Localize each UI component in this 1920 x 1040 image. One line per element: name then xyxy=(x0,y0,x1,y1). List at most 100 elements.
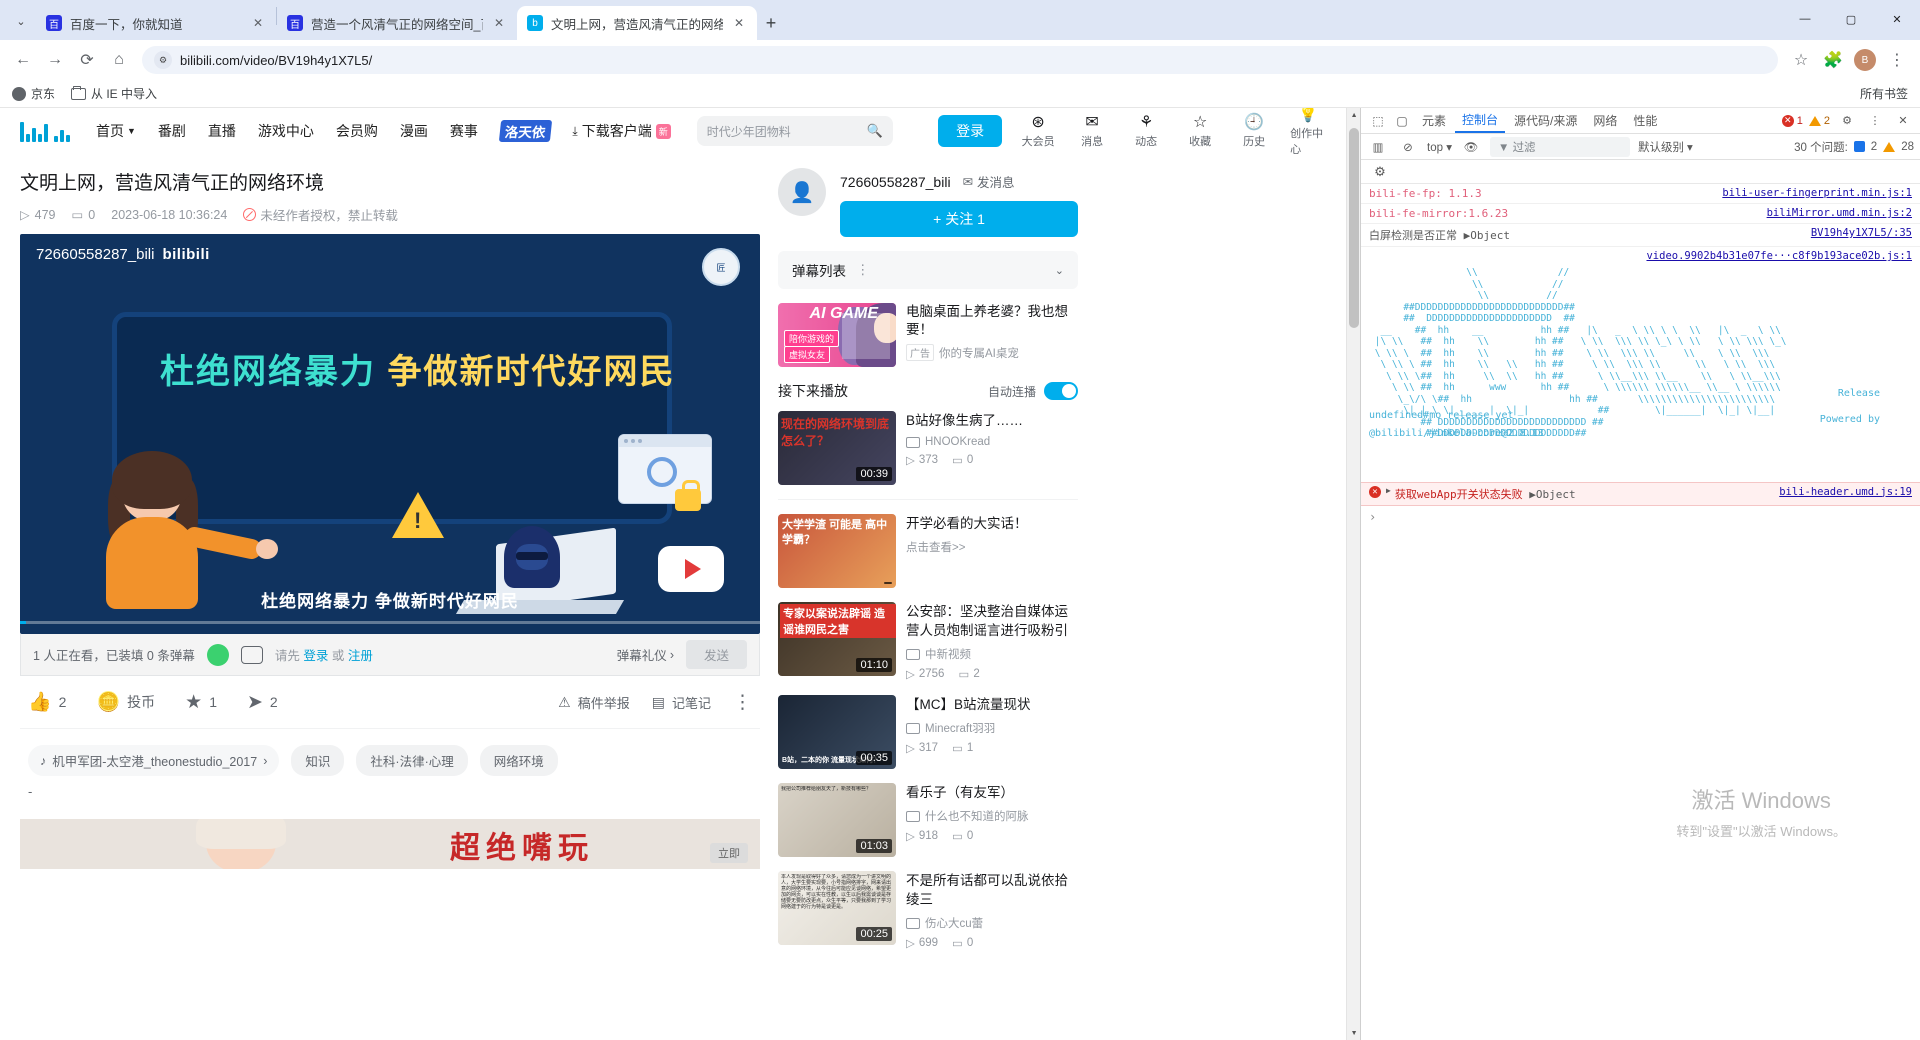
address-bar[interactable]: ⚙ bilibili.com/video/BV19h4y1X7L5/ xyxy=(142,46,1778,74)
console-source-link[interactable]: BV19h4y1X7L5/:35 xyxy=(1811,227,1912,239)
like-button[interactable]: 👍 2 xyxy=(28,690,66,714)
tag-network[interactable]: 网络环境 xyxy=(479,745,558,776)
close-icon[interactable]: ✕ xyxy=(731,15,747,31)
login-button[interactable]: 登录 xyxy=(938,115,1003,147)
maximize-button[interactable]: ▢ xyxy=(1828,0,1874,38)
send-danmaku-button[interactable]: 发送 xyxy=(685,640,747,669)
video-title[interactable]: 看乐子（有友军） xyxy=(906,783,1078,802)
tab-network[interactable]: 网络 xyxy=(1586,108,1624,133)
filter-input[interactable]: ▼ 过滤 xyxy=(1489,136,1630,157)
bottom-ad-banner[interactable]: 超绝嘴玩 立即 xyxy=(20,819,760,869)
error-count[interactable]: ✕ 1 xyxy=(1781,114,1803,127)
log-level-selector[interactable]: 默认级别 ▾ xyxy=(1638,139,1693,155)
follow-button[interactable]: + 关注 1 xyxy=(840,201,1078,237)
tab-search-button[interactable]: ⌄ xyxy=(6,6,36,36)
nav-item-game[interactable]: 游戏中心 xyxy=(258,121,314,141)
avatar[interactable]: 👤 xyxy=(778,168,826,216)
header-icon-history[interactable]: 🕘 历史 xyxy=(1236,114,1272,149)
share-button[interactable]: ➤ 2 xyxy=(247,691,278,714)
autoplay-toggle[interactable] xyxy=(1044,382,1078,400)
video-title[interactable]: 不是所有话都可以乱说依拾绫三 xyxy=(906,871,1078,909)
list-item[interactable]: 专家以案说法辟谣 造谣谁网民之害 01:10 公安部：坚决整治自媒体运营人员炮制… xyxy=(778,602,1078,681)
tag-social[interactable]: 社科·法律·心理 xyxy=(356,745,468,776)
warning-count[interactable]: 2 xyxy=(1808,115,1830,127)
console-source-link[interactable]: video.9902b4b31e07fe···c8f9b193ace02b.js… xyxy=(1646,250,1912,262)
report-button[interactable]: ⚠ 稿件举报 xyxy=(558,693,630,712)
nav-item-bangumi[interactable]: 番剧 xyxy=(158,121,186,141)
banner-button[interactable]: 立即 xyxy=(710,843,748,863)
header-icon-creator[interactable]: 💡 创作中心 xyxy=(1290,108,1326,157)
search-icon[interactable]: 🔍 xyxy=(867,123,883,139)
nav-item-vipmall[interactable]: 会员购 xyxy=(336,121,378,141)
tag-knowledge[interactable]: 知识 xyxy=(291,745,345,776)
reload-icon[interactable]: ⟳ xyxy=(72,45,102,75)
nav-item-match[interactable]: 赛事 xyxy=(450,121,478,141)
sidebar-toggle-icon[interactable]: ▥ xyxy=(1367,137,1389,157)
list-item[interactable]: 现在的网络环境到底怎么了？ 00:39 B站好像生病了…… HNOOKread … xyxy=(778,411,1078,485)
more-options-button[interactable]: ⋮ xyxy=(733,691,752,714)
send-message-button[interactable]: ✉ 发消息 xyxy=(963,172,1015,191)
close-window-button[interactable]: ✕ xyxy=(1874,0,1920,38)
tab-elements[interactable]: 元素 xyxy=(1415,108,1453,133)
console-source-link[interactable]: bili-header.umd.js:19 xyxy=(1779,486,1912,498)
context-selector[interactable]: top ▾ xyxy=(1427,140,1452,154)
more-vertical-icon[interactable]: ⋮ xyxy=(856,262,871,278)
page-scrollbar[interactable]: ▲ ▼ xyxy=(1346,108,1360,1040)
video-player[interactable]: 72660558287_bili bilibili 匠 杜绝网络暴力 争做新时代… xyxy=(20,234,760,634)
console-source-link[interactable]: biliMirror.umd.min.js:2 xyxy=(1767,207,1912,219)
console-source-link[interactable]: bili-user-fingerprint.min.js:1 xyxy=(1722,187,1912,199)
nav-item-download-client[interactable]: ⤓ 下载客户端 新 xyxy=(572,121,671,141)
extensions-icon[interactable]: 🧩 xyxy=(1818,45,1848,75)
more-vertical-icon[interactable]: ⋮ xyxy=(1864,111,1886,131)
favorite-button[interactable]: ★ 1 xyxy=(185,691,217,714)
home-icon[interactable]: ⌂ xyxy=(104,45,134,75)
close-icon[interactable]: ✕ xyxy=(491,15,507,31)
tab-console[interactable]: 控制台 xyxy=(1455,108,1506,133)
nav-item-live[interactable]: 直播 xyxy=(208,121,236,141)
uploader-name[interactable]: 72660558287_bili xyxy=(840,174,951,190)
bookmark-jingdong[interactable]: 京东 xyxy=(12,85,55,102)
sidebar-ad[interactable]: AI GAME 陪你游戏的 虚拟女友 电脑桌面上养老婆？我也想要！ 广告 你的专… xyxy=(778,303,1078,367)
video-title[interactable]: 【MC】B站流量现状 xyxy=(906,695,1078,714)
header-icon-favorites[interactable]: ☆ 收藏 xyxy=(1182,114,1218,149)
browser-menu-icon[interactable]: ⋮ xyxy=(1882,45,1912,75)
list-item[interactable]: 大学学渣 可能是 高中学霸？ 开学必看的大实话！ 点击查看>> xyxy=(778,514,1078,588)
scroll-up-arrow[interactable]: ▲ xyxy=(1347,108,1361,122)
avatar[interactable]: B xyxy=(1850,45,1880,75)
danmaku-color-picker[interactable] xyxy=(206,643,229,666)
player-progress-bar[interactable] xyxy=(20,621,760,624)
danmaku-style-icon[interactable] xyxy=(240,645,263,664)
gear-icon[interactable]: ⚙ xyxy=(1369,162,1391,182)
danmaku-etiquette-link[interactable]: 弹幕礼仪 › xyxy=(617,645,674,664)
header-icon-messages[interactable]: ✉ 消息 xyxy=(1074,114,1110,149)
nav-item-manga[interactable]: 漫画 xyxy=(400,121,428,141)
header-icon-vip[interactable]: ⊛ 大会员 xyxy=(1020,114,1056,149)
console-prompt[interactable]: › xyxy=(1361,506,1920,528)
login-link[interactable]: 登录 xyxy=(303,649,328,663)
danmaku-list-header[interactable]: 弹幕列表 ⋮ ⌄ xyxy=(778,251,1078,289)
register-link[interactable]: 注册 xyxy=(348,649,373,663)
scroll-down-arrow[interactable]: ▼ xyxy=(1347,1026,1361,1040)
minimize-button[interactable]: — xyxy=(1782,0,1828,38)
list-item[interactable]: B站，二本的你 流量现状如何？ 00:35 【MC】B站流量现状 Minecra… xyxy=(778,695,1078,769)
issues-summary[interactable]: 30 个问题: 2 28 xyxy=(1794,139,1914,155)
danmaku-input[interactable]: 请先 登录 或 注册 xyxy=(275,645,605,664)
all-bookmarks-button[interactable]: 所有书签 xyxy=(1860,85,1908,102)
header-icon-dynamic[interactable]: ⚘ 动态 xyxy=(1128,114,1164,149)
nav-item-home[interactable]: 首页 ▼ xyxy=(96,121,136,141)
list-item[interactable]: 本人发现是取得好了众多，请您成为一个讲文明的人，大学生要实现要，小号指网络排字，… xyxy=(778,871,1078,950)
tab-performance[interactable]: 性能 xyxy=(1626,108,1664,133)
device-toolbar-icon[interactable]: ▢ xyxy=(1391,111,1413,131)
new-tab-button[interactable]: + xyxy=(757,9,785,37)
gear-icon[interactable]: ⚙ xyxy=(1836,111,1858,131)
video-title[interactable]: 开学必看的大实话！ xyxy=(906,514,1078,533)
note-button[interactable]: ▤ 记笔记 xyxy=(652,693,711,712)
tune-icon[interactable]: ⚙ xyxy=(154,51,172,69)
bgm-tag[interactable]: ♪ 机甲军团-太空港_theonestudio_2017 › xyxy=(28,745,280,776)
autoplay-toggle-row[interactable]: 自动连播 xyxy=(988,382,1078,400)
inspect-icon[interactable]: ⬚ xyxy=(1367,111,1389,131)
coin-button[interactable]: 🪙 投币 xyxy=(96,690,155,714)
scrollbar-thumb[interactable] xyxy=(1349,128,1360,328)
nav-item-luotianyi[interactable]: 洛天依 xyxy=(498,120,552,142)
expand-triangle-icon[interactable]: ▶ xyxy=(1386,486,1391,495)
